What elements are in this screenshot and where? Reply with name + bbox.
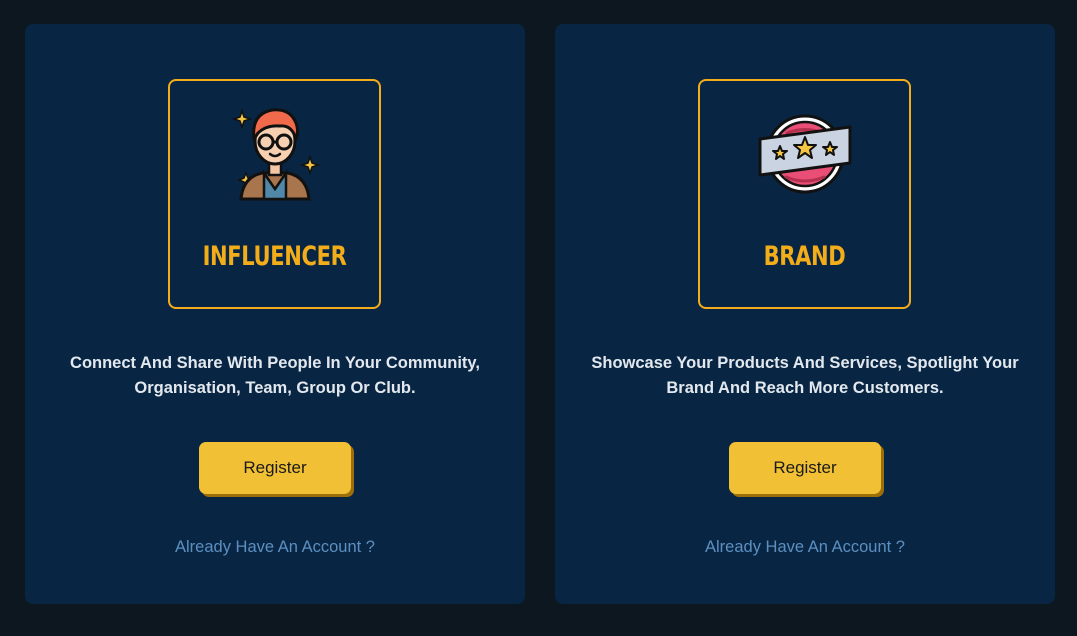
influencer-register-button[interactable]: Register bbox=[199, 442, 351, 494]
brand-description: Showcase Your Products And Services, Spo… bbox=[591, 354, 1019, 397]
brand-login-link[interactable]: Already Have An Account ? bbox=[555, 538, 1055, 557]
influencer-login-link[interactable]: Already Have An Account ? bbox=[25, 538, 525, 557]
brand-card: BRAND Showcase Your Products And Service… bbox=[555, 24, 1055, 604]
brand-register-button[interactable]: Register bbox=[729, 442, 881, 494]
influencer-title: INFLUENCER bbox=[202, 241, 347, 272]
influencer-card: INFLUENCER Connect And Share With People… bbox=[25, 24, 525, 604]
brand-option[interactable]: BRAND bbox=[698, 79, 911, 309]
brand-title: BRAND bbox=[763, 241, 846, 272]
influencer-description: Connect And Share With People In Your Co… bbox=[70, 354, 480, 397]
brand-badge-icon bbox=[758, 114, 851, 194]
influencer-option[interactable]: INFLUENCER bbox=[168, 79, 381, 309]
influencer-person-icon bbox=[231, 108, 320, 201]
